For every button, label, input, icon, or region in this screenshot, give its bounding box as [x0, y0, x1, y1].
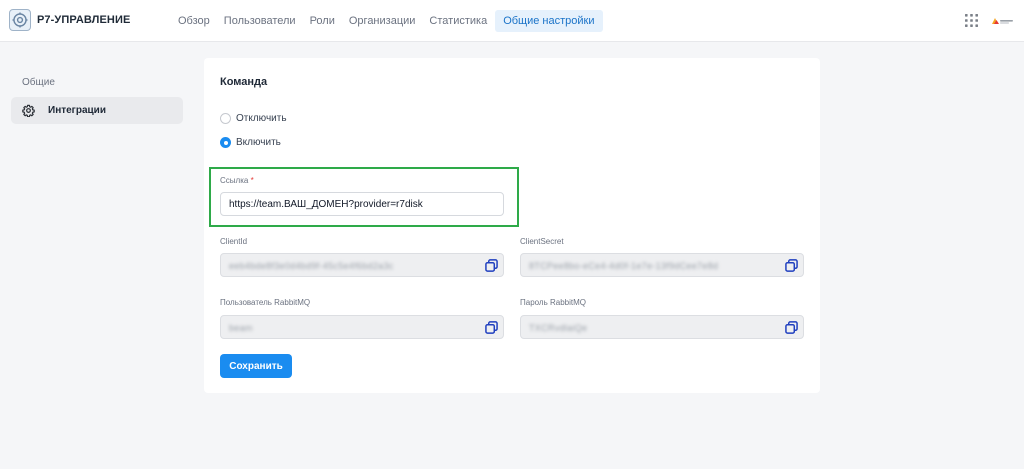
- gear-icon: [22, 104, 35, 117]
- app-logo-icon: [9, 9, 31, 31]
- link-input[interactable]: [220, 192, 504, 216]
- radio-enable[interactable]: Включить: [220, 137, 281, 148]
- radio-label: Отключить: [236, 113, 287, 124]
- top-bar: Р7-УПРАВЛЕНИЕ Обзор Пользователи Роли Ор…: [0, 0, 1024, 42]
- client-secret-masked-value: 8TCPee8bo-eCe4-4d0f-1e7e-13f9dCee7e8d: [529, 261, 719, 271]
- brand[interactable]: Р7-УПРАВЛЕНИЕ: [9, 9, 130, 31]
- nav-general-settings[interactable]: Общие настройки: [495, 10, 603, 32]
- client-id-label: ClientId: [220, 237, 248, 246]
- copy-icon[interactable]: [485, 259, 498, 272]
- nav-overview[interactable]: Обзор: [172, 10, 216, 32]
- radio-disable[interactable]: Отключить: [220, 113, 287, 124]
- rabbitmq-user-label: Пользователь RabbitMQ: [220, 298, 311, 307]
- integration-card: Команда Отключить Включить Ссылка * Clie…: [204, 58, 820, 393]
- rabbitmq-password-label: Пароль RabbitMQ: [520, 298, 586, 307]
- client-id-field[interactable]: eeb4bde8f3e0d4bd9f-45c5e4f6bd2a3c: [220, 253, 504, 277]
- nav-roles[interactable]: Роли: [304, 10, 341, 32]
- rabbitmq-user-masked-value: beam: [229, 323, 253, 333]
- nav-statistics[interactable]: Статистика: [423, 10, 493, 32]
- copy-icon[interactable]: [485, 321, 498, 334]
- rabbitmq-password-field[interactable]: TXCRvdlaiQe: [520, 315, 804, 339]
- main-nav: Обзор Пользователи Роли Организации Стат…: [172, 10, 605, 32]
- required-mark: *: [250, 176, 254, 185]
- radio-unchecked-icon[interactable]: [220, 113, 231, 124]
- nav-users[interactable]: Пользователи: [218, 10, 302, 32]
- organization-logo-icon[interactable]: [992, 17, 1014, 25]
- app-name: Р7-УПРАВЛЕНИЕ: [37, 14, 131, 26]
- copy-icon[interactable]: [785, 321, 798, 334]
- apps-grid-icon[interactable]: [965, 14, 978, 27]
- save-button[interactable]: Сохранить: [220, 354, 292, 378]
- client-secret-label: ClientSecret: [520, 237, 564, 246]
- sidebar-item-label: Интеграции: [48, 105, 106, 116]
- client-id-masked-value: eeb4bde8f3e0d4bd9f-45c5e4f6bd2a3c: [229, 261, 394, 271]
- sidebar-item-integrations[interactable]: Интеграции: [11, 97, 183, 124]
- nav-organizations[interactable]: Организации: [343, 10, 422, 32]
- sidebar-section-general: Общие: [22, 77, 55, 88]
- radio-label: Включить: [236, 137, 281, 148]
- copy-icon[interactable]: [785, 259, 798, 272]
- rabbitmq-password-masked-value: TXCRvdlaiQe: [529, 323, 588, 333]
- card-title: Команда: [220, 76, 268, 88]
- link-label-text: Ссылка: [220, 176, 249, 185]
- radio-checked-icon[interactable]: [220, 137, 231, 148]
- rabbitmq-user-field[interactable]: beam: [220, 315, 504, 339]
- link-label: Ссылка *: [220, 176, 254, 185]
- client-secret-field[interactable]: 8TCPee8bo-eCe4-4d0f-1e7e-13f9dCee7e8d: [520, 253, 804, 277]
